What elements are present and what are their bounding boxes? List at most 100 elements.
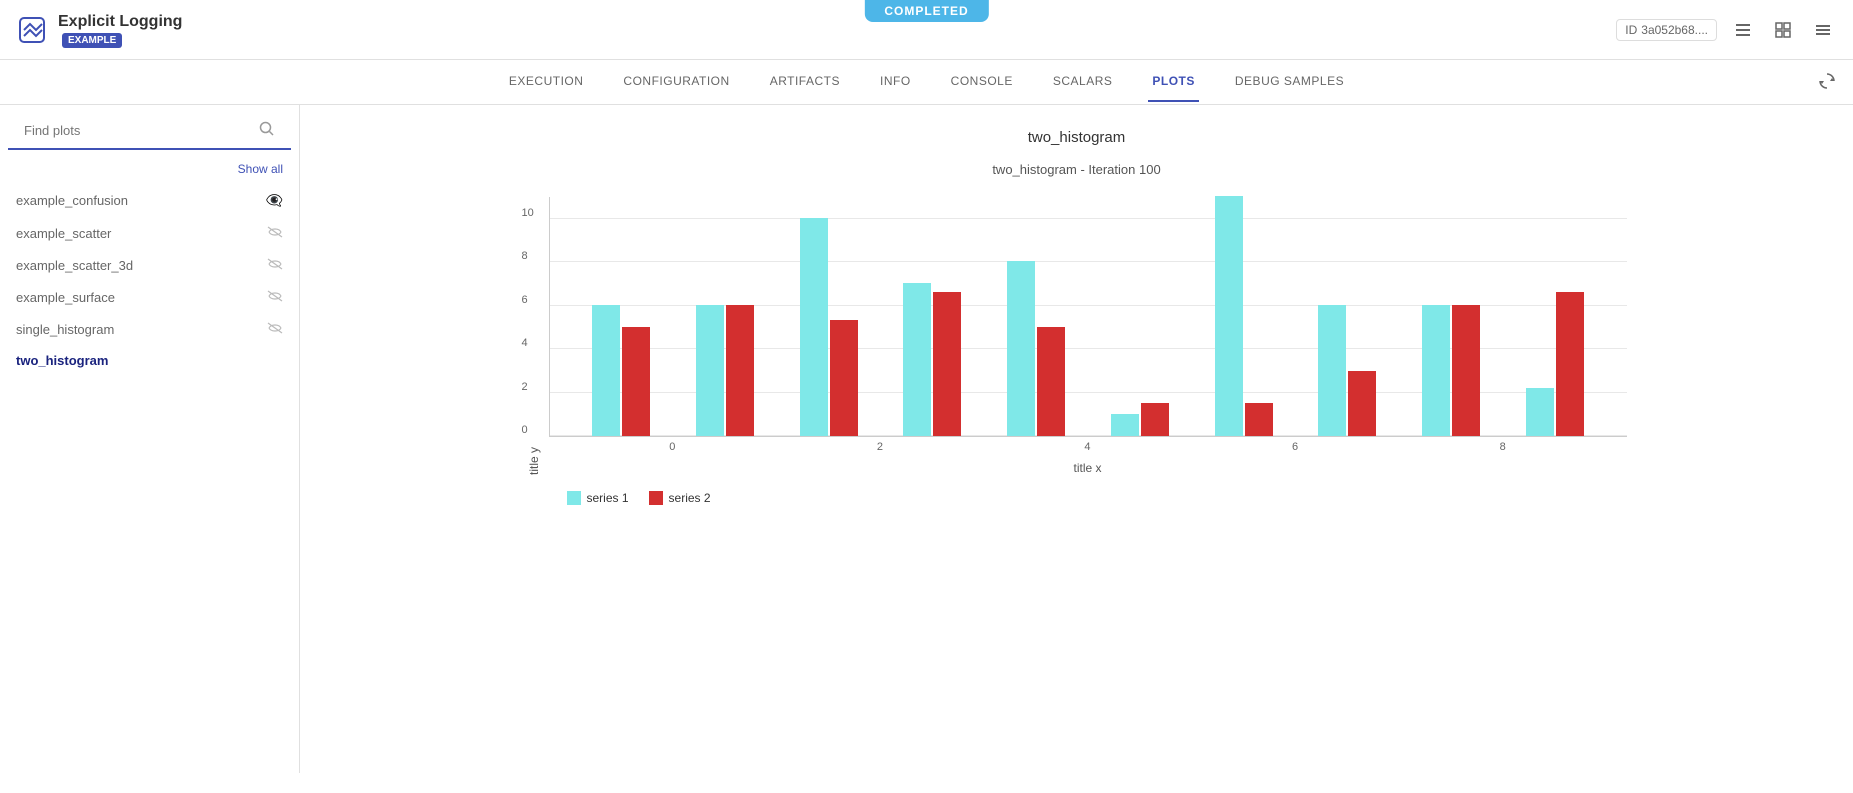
legend-color-series1 <box>567 491 581 505</box>
menu-button[interactable] <box>1809 16 1837 44</box>
tab-info[interactable]: INFO <box>876 62 915 102</box>
bar-group <box>1192 196 1296 436</box>
layout-icon <box>1774 21 1792 39</box>
sidebar-item-label: example_scatter <box>16 226 111 241</box>
bar-series2 <box>726 305 754 436</box>
refresh-icon <box>1817 71 1837 91</box>
x-tick-label: 0 <box>569 441 777 453</box>
header-actions: ID 3a052b68.... <box>1616 16 1837 44</box>
y-tick-label: 0 <box>522 424 528 436</box>
id-badge: ID 3a052b68.... <box>1616 19 1717 41</box>
chart-grid: 0246810 <box>549 197 1627 437</box>
legend-label-series1: series 1 <box>587 491 629 505</box>
app-logo: Explicit Logging EXAMPLE <box>16 13 182 46</box>
y-tick-label: 2 <box>522 381 528 393</box>
bar-group <box>1295 305 1399 436</box>
sidebar-item-example-scatter-3d[interactable]: example_scatter_3d <box>0 249 299 281</box>
hamburger-icon <box>1814 21 1832 39</box>
y-tick-label: 6 <box>522 294 528 306</box>
bar-series2 <box>1141 403 1169 436</box>
bars-container <box>550 197 1627 436</box>
bar-group <box>673 305 777 436</box>
app-title: Explicit Logging <box>58 13 182 31</box>
legend-item-series1: series 1 <box>567 491 629 505</box>
sidebar-item-two-histogram[interactable]: two_histogram <box>0 345 299 376</box>
bar-series1 <box>800 218 828 436</box>
show-all-row: Show all <box>0 158 299 184</box>
tab-scalars[interactable]: SCALARS <box>1049 62 1117 102</box>
bar-group <box>570 305 674 436</box>
bar-series1 <box>903 283 931 436</box>
sidebar-item-example-confusion[interactable]: example_confusion 👁‍🗨 <box>0 184 299 217</box>
chart-area: title y 0246810 02468 title x <box>527 197 1627 475</box>
sidebar-item-label: example_surface <box>16 290 115 305</box>
bar-series1 <box>1215 196 1243 436</box>
chart-inner: 0246810 02468 title x <box>549 197 1627 475</box>
y-tick-label: 8 <box>522 250 528 262</box>
bar-series2 <box>933 292 961 436</box>
bar-group <box>984 261 1088 436</box>
eye-slash-icon: 👁‍🗨 <box>266 192 283 209</box>
bar-series1 <box>592 305 620 436</box>
search-container <box>8 121 291 150</box>
x-tick-label: 2 <box>776 441 984 453</box>
x-tick-label: 6 <box>1191 441 1399 453</box>
bar-series1 <box>1007 261 1035 436</box>
bar-series2 <box>1348 371 1376 436</box>
bar-series2 <box>1556 292 1584 436</box>
search-input[interactable] <box>24 123 259 138</box>
sidebar-item-example-scatter[interactable]: example_scatter <box>0 217 299 249</box>
legend-color-series2 <box>649 491 663 505</box>
bar-series1 <box>1111 414 1139 436</box>
sidebar-item-example-surface[interactable]: example_surface <box>0 281 299 313</box>
x-axis: 02468 <box>549 437 1627 453</box>
bar-group <box>1399 305 1503 436</box>
id-value: 3a052b68.... <box>1641 23 1708 37</box>
bar-series1 <box>1422 305 1450 436</box>
legend-item-series2: series 2 <box>649 491 711 505</box>
main-layout: Show all example_confusion 👁‍🗨 example_s… <box>0 105 1853 773</box>
x-tick-label: 8 <box>1399 441 1607 453</box>
tab-execution[interactable]: EXECUTION <box>505 62 588 102</box>
legend-label-series2: series 2 <box>669 491 711 505</box>
bar-series2 <box>1245 403 1273 436</box>
tab-debug-samples[interactable]: DEBUG SAMPLES <box>1231 62 1348 102</box>
tab-console[interactable]: CONSOLE <box>947 62 1017 102</box>
bar-series1 <box>1318 305 1346 436</box>
x-axis-label: title x <box>549 461 1627 475</box>
chart-title: two_histogram <box>324 129 1829 146</box>
sidebar-item-label: example_scatter_3d <box>16 258 133 273</box>
show-all-button[interactable]: Show all <box>238 162 283 176</box>
status-badge: COMPLETED <box>864 0 988 22</box>
search-icon[interactable] <box>259 121 275 140</box>
id-label: ID <box>1625 23 1637 37</box>
tab-artifacts[interactable]: ARTIFACTS <box>766 62 844 102</box>
eye-slash-icon <box>267 321 283 337</box>
nav-tabs: EXECUTION CONFIGURATION ARTIFACTS INFO C… <box>0 60 1853 105</box>
logo-icon <box>16 14 48 46</box>
bar-series1 <box>696 305 724 436</box>
list-view-button[interactable] <box>1729 16 1757 44</box>
eye-slash-icon <box>267 289 283 305</box>
bar-series2 <box>1037 327 1065 436</box>
eye-slash-icon <box>267 257 283 273</box>
tab-plots[interactable]: PLOTS <box>1148 62 1199 102</box>
chart-wrapper: title y 0246810 02468 title x series 1 s… <box>527 197 1627 505</box>
sidebar-item-label: example_confusion <box>16 193 128 208</box>
refresh-button[interactable] <box>1817 71 1837 94</box>
y-tick-label: 4 <box>522 337 528 349</box>
sidebar: Show all example_confusion 👁‍🗨 example_s… <box>0 105 300 773</box>
sidebar-item-single-histogram[interactable]: single_histogram <box>0 313 299 345</box>
bar-group <box>777 218 881 436</box>
bar-series1 <box>1526 388 1554 436</box>
eye-slash-icon <box>267 225 283 241</box>
bar-series2 <box>622 327 650 436</box>
sidebar-item-label: two_histogram <box>16 353 108 368</box>
bar-series2 <box>1452 305 1480 436</box>
chart-subtitle: two_histogram - Iteration 100 <box>324 162 1829 177</box>
tab-configuration[interactable]: CONFIGURATION <box>619 62 733 102</box>
list-icon <box>1734 21 1752 39</box>
bar-group <box>1503 292 1607 436</box>
layout-button[interactable] <box>1769 16 1797 44</box>
example-badge: EXAMPLE <box>62 33 122 48</box>
